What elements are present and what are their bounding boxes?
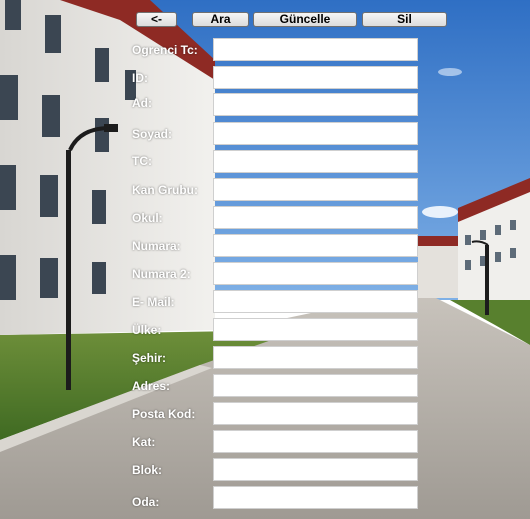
label-okul: Okul: bbox=[132, 211, 163, 225]
id-field[interactable] bbox=[213, 66, 418, 89]
label-adres: Adres: bbox=[132, 379, 171, 393]
email-field[interactable] bbox=[213, 290, 418, 313]
label-id: ID: bbox=[132, 71, 148, 85]
label-kan-grubu: Kan Grubu: bbox=[132, 183, 198, 197]
delete-button[interactable]: Sil bbox=[362, 12, 447, 27]
ulke-field[interactable] bbox=[213, 318, 418, 341]
sehir-field[interactable] bbox=[213, 346, 418, 369]
numara-field[interactable] bbox=[213, 234, 418, 257]
numara-2-field[interactable] bbox=[213, 262, 418, 285]
search-button[interactable]: Ara bbox=[192, 12, 249, 27]
label-numara-2: Numara 2: bbox=[132, 267, 191, 281]
label-oda: Oda: bbox=[132, 495, 160, 509]
tc-field[interactable] bbox=[213, 150, 418, 173]
blok-field[interactable] bbox=[213, 458, 418, 481]
label-ogrenci-tc: Ogrenci Tc: bbox=[132, 43, 198, 57]
label-kat: Kat: bbox=[132, 435, 156, 449]
kan-grubu-field[interactable] bbox=[213, 178, 418, 201]
label-ulke: Ülke: bbox=[132, 323, 162, 337]
ad-field[interactable] bbox=[213, 93, 418, 116]
posta-kod-field[interactable] bbox=[213, 402, 418, 425]
label-posta-kod: Posta Kod: bbox=[132, 407, 196, 421]
label-blok: Blok: bbox=[132, 463, 162, 477]
label-email: E- Mail: bbox=[132, 295, 175, 309]
label-sehir: Şehir: bbox=[132, 351, 167, 365]
okul-field[interactable] bbox=[213, 206, 418, 229]
soyad-field[interactable] bbox=[213, 122, 418, 145]
label-numara: Numara: bbox=[132, 239, 181, 253]
kat-field[interactable] bbox=[213, 430, 418, 453]
label-tc: TC: bbox=[132, 154, 152, 168]
back-button[interactable]: <- bbox=[136, 12, 177, 27]
label-soyad: Soyad: bbox=[132, 127, 173, 141]
update-button[interactable]: Güncelle bbox=[253, 12, 357, 27]
oda-field[interactable] bbox=[213, 486, 418, 509]
adres-field[interactable] bbox=[213, 374, 418, 397]
label-ad: Ad: bbox=[132, 96, 152, 110]
ogrenci-tc-field[interactable] bbox=[213, 38, 418, 61]
